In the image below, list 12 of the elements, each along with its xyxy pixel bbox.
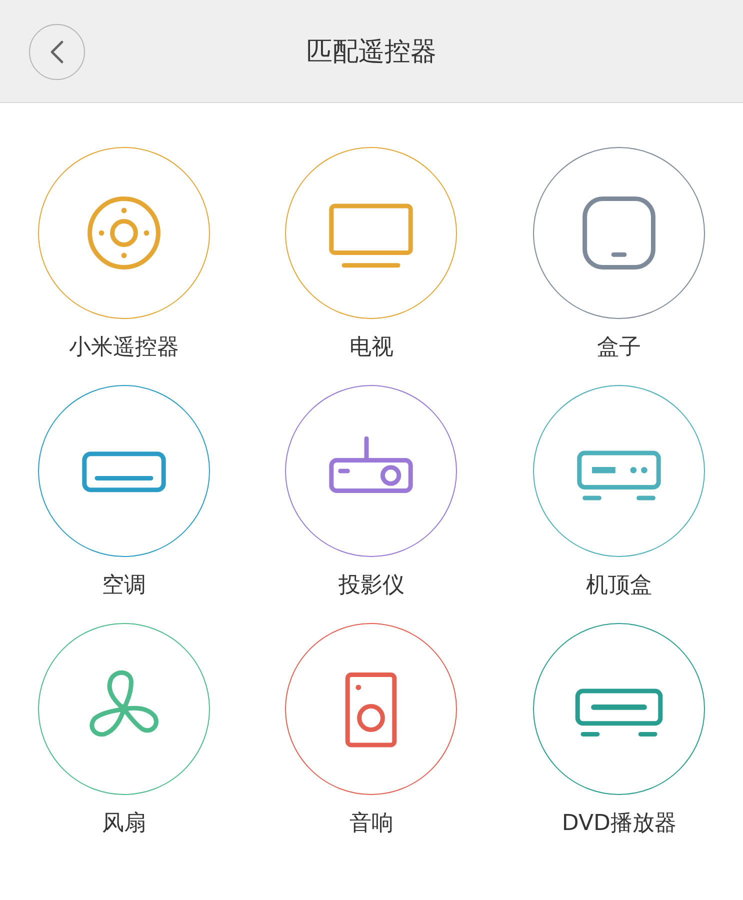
device-label: 空调	[102, 572, 146, 600]
device-label: 音响	[349, 810, 394, 838]
device-label: 风扇	[102, 810, 146, 838]
device-label: 投影仪	[338, 572, 404, 600]
device-label: 电视	[349, 334, 394, 362]
device-label: DVD播放器	[562, 810, 676, 838]
back-icon	[50, 40, 64, 64]
page-title: 匹配遥控器	[306, 36, 436, 68]
device-label: 小米遥控器	[68, 334, 179, 362]
device-label: 机顶盒	[586, 572, 652, 600]
back-button[interactable]	[29, 24, 85, 80]
device-label: 盒子	[597, 334, 642, 362]
